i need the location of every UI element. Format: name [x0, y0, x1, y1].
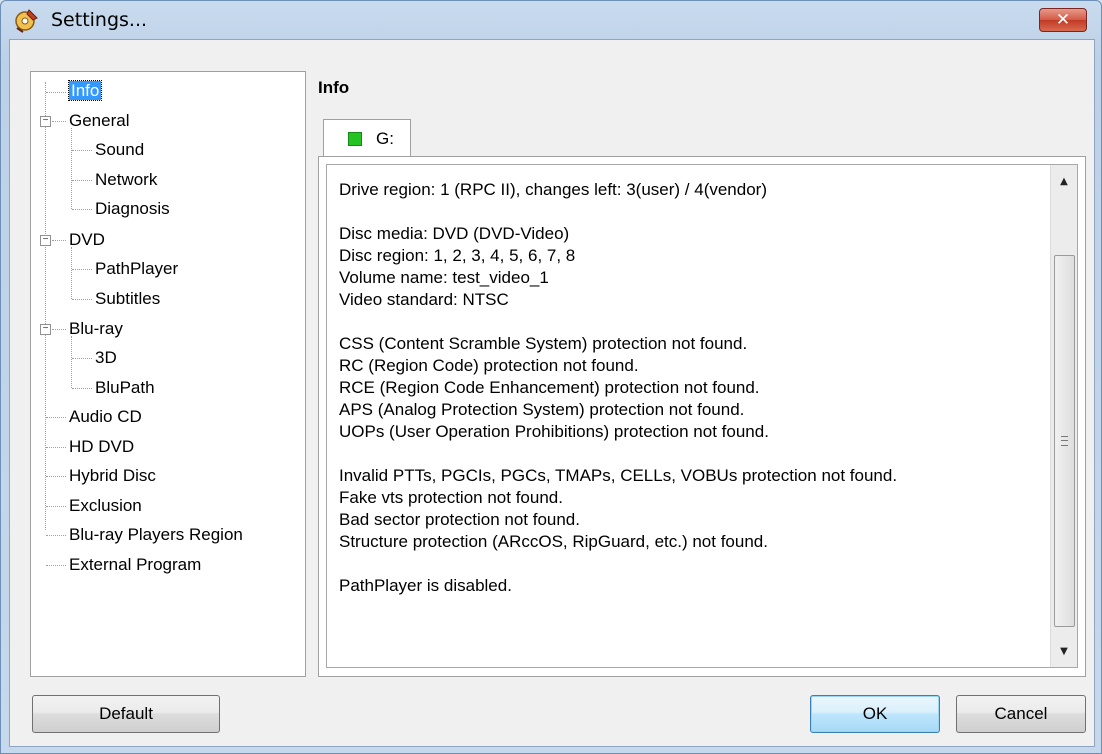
close-icon: ✕ [1055, 10, 1071, 30]
scroll-down-arrow-icon[interactable]: ▼ [1051, 635, 1077, 667]
tree-item-label: BluPath [95, 378, 155, 397]
tree-item-label: Blu-ray [69, 319, 123, 338]
tree-item-label: Blu-ray Players Region [69, 525, 243, 544]
tree-item-label: DVD [69, 230, 105, 249]
tree-item-label: PathPlayer [95, 259, 179, 278]
info-blank-line [339, 201, 1047, 223]
tab-drive-g[interactable]: G: [323, 119, 411, 158]
info-line: Disc region: 1, 2, 3, 4, 5, 6, 7, 8 [339, 246, 576, 265]
settings-window: Settings... ✕ Info − General Sound Netwo… [0, 0, 1102, 754]
tree-item-diagnosis[interactable]: Diagnosis [93, 198, 172, 220]
tree-item-label: Subtitles [95, 289, 161, 308]
info-line: Volume name: test_video_1 [339, 268, 549, 287]
tree-item-network[interactable]: Network [93, 169, 159, 191]
tree-item-hybrid-disc[interactable]: Hybrid Disc [67, 465, 158, 487]
info-line: RCE (Region Code Enhancement) protection… [339, 378, 760, 397]
tree-item-label: Hybrid Disc [69, 466, 156, 485]
default-button[interactable]: Default [32, 695, 220, 733]
app-icon [15, 9, 38, 33]
info-text: Drive region: 1 (RPC II), changes left: … [339, 179, 1047, 597]
tree-item-label: Diagnosis [95, 199, 170, 218]
panel-header: Info [318, 78, 350, 97]
tree-connector [45, 82, 46, 530]
info-line: Invalid PTTs, PGCIs, PGCs, TMAPs, CELLs,… [339, 466, 898, 485]
drive-status-icon [348, 132, 362, 146]
info-line: Bad sector protection not found. [339, 510, 580, 529]
info-line: APS (Analog Protection System) protectio… [339, 400, 745, 419]
grip-icon [1061, 436, 1068, 446]
tree-item-blupath[interactable]: BluPath [93, 377, 157, 399]
settings-tree[interactable]: Info − General Sound Network Diagnosis − [30, 71, 306, 677]
info-line: Disc media: DVD (DVD-Video) [339, 224, 570, 243]
tree-item-label: 3D [95, 348, 117, 367]
info-line: RC (Region Code) protection not found. [339, 356, 639, 375]
dialog-client-area: Info − General Sound Network Diagnosis − [9, 39, 1095, 747]
tree-connector [71, 336, 72, 388]
tree-connector [71, 128, 72, 209]
info-line: Video standard: NTSC [339, 290, 509, 309]
title-bar[interactable]: Settings... ✕ [1, 1, 1101, 39]
info-line: Drive region: 1 (RPC II), changes left: … [339, 180, 767, 199]
tree-item-3d[interactable]: 3D [93, 347, 119, 369]
tab-panel: Drive region: 1 (RPC II), changes left: … [318, 156, 1086, 677]
scroll-thumb[interactable] [1054, 255, 1075, 627]
collapse-icon[interactable]: − [40, 235, 51, 246]
info-blank-line [339, 311, 1047, 333]
info-line: PathPlayer is disabled. [339, 576, 512, 595]
default-button-label: Default [99, 704, 153, 723]
tree-connector [71, 247, 72, 299]
tree-item-general[interactable]: General [67, 110, 131, 132]
tree-item-external-program[interactable]: External Program [67, 554, 203, 576]
ok-button-label: OK [862, 704, 888, 723]
tree-item-dvd[interactable]: DVD [67, 229, 107, 251]
tree-item-hd-dvd[interactable]: HD DVD [67, 436, 136, 458]
cancel-button-label: Cancel [994, 704, 1048, 723]
tree-item-subtitles[interactable]: Subtitles [93, 288, 162, 310]
tree-item-label: General [69, 111, 130, 130]
cancel-button[interactable]: Cancel [956, 695, 1086, 733]
tree-item-label: Audio CD [69, 407, 142, 426]
tab-label: G: [376, 129, 394, 148]
tree-item-label: Info [67, 80, 103, 101]
info-line: Fake vts protection not found. [339, 488, 563, 507]
collapse-icon[interactable]: − [40, 324, 51, 335]
info-line: Structure protection (ARccOS, RipGuard, … [339, 532, 768, 551]
ok-button[interactable]: OK [810, 695, 940, 733]
tree-item-sound[interactable]: Sound [93, 139, 146, 161]
close-button[interactable]: ✕ [1039, 8, 1087, 32]
info-blank-line [339, 553, 1047, 575]
tree-item-info[interactable]: Info [67, 80, 103, 102]
collapse-icon[interactable]: − [40, 116, 51, 127]
tree-item-bluray-players-region[interactable]: Blu-ray Players Region [67, 524, 245, 546]
info-line: UOPs (User Operation Prohibitions) prote… [339, 422, 769, 441]
tree-item-pathplayer[interactable]: PathPlayer [93, 258, 180, 280]
info-textbox[interactable]: Drive region: 1 (RPC II), changes left: … [326, 164, 1078, 668]
tree-item-label: Exclusion [69, 496, 142, 515]
info-blank-line [339, 443, 1047, 465]
tree-item-label: Network [95, 170, 158, 189]
tree-item-audio-cd[interactable]: Audio CD [67, 406, 144, 428]
scroll-up-arrow-icon[interactable]: ▲ [1051, 165, 1077, 197]
tree-item-label: External Program [69, 555, 202, 574]
tree-item-label: Sound [95, 140, 145, 159]
window-title: Settings... [51, 9, 148, 31]
info-line: CSS (Content Scramble System) protection… [339, 334, 748, 353]
vertical-scrollbar[interactable]: ▲ ▼ [1050, 165, 1077, 667]
tree-item-label: HD DVD [69, 437, 135, 456]
tree-item-exclusion[interactable]: Exclusion [67, 495, 144, 517]
tree-item-bluray[interactable]: Blu-ray [67, 318, 125, 340]
